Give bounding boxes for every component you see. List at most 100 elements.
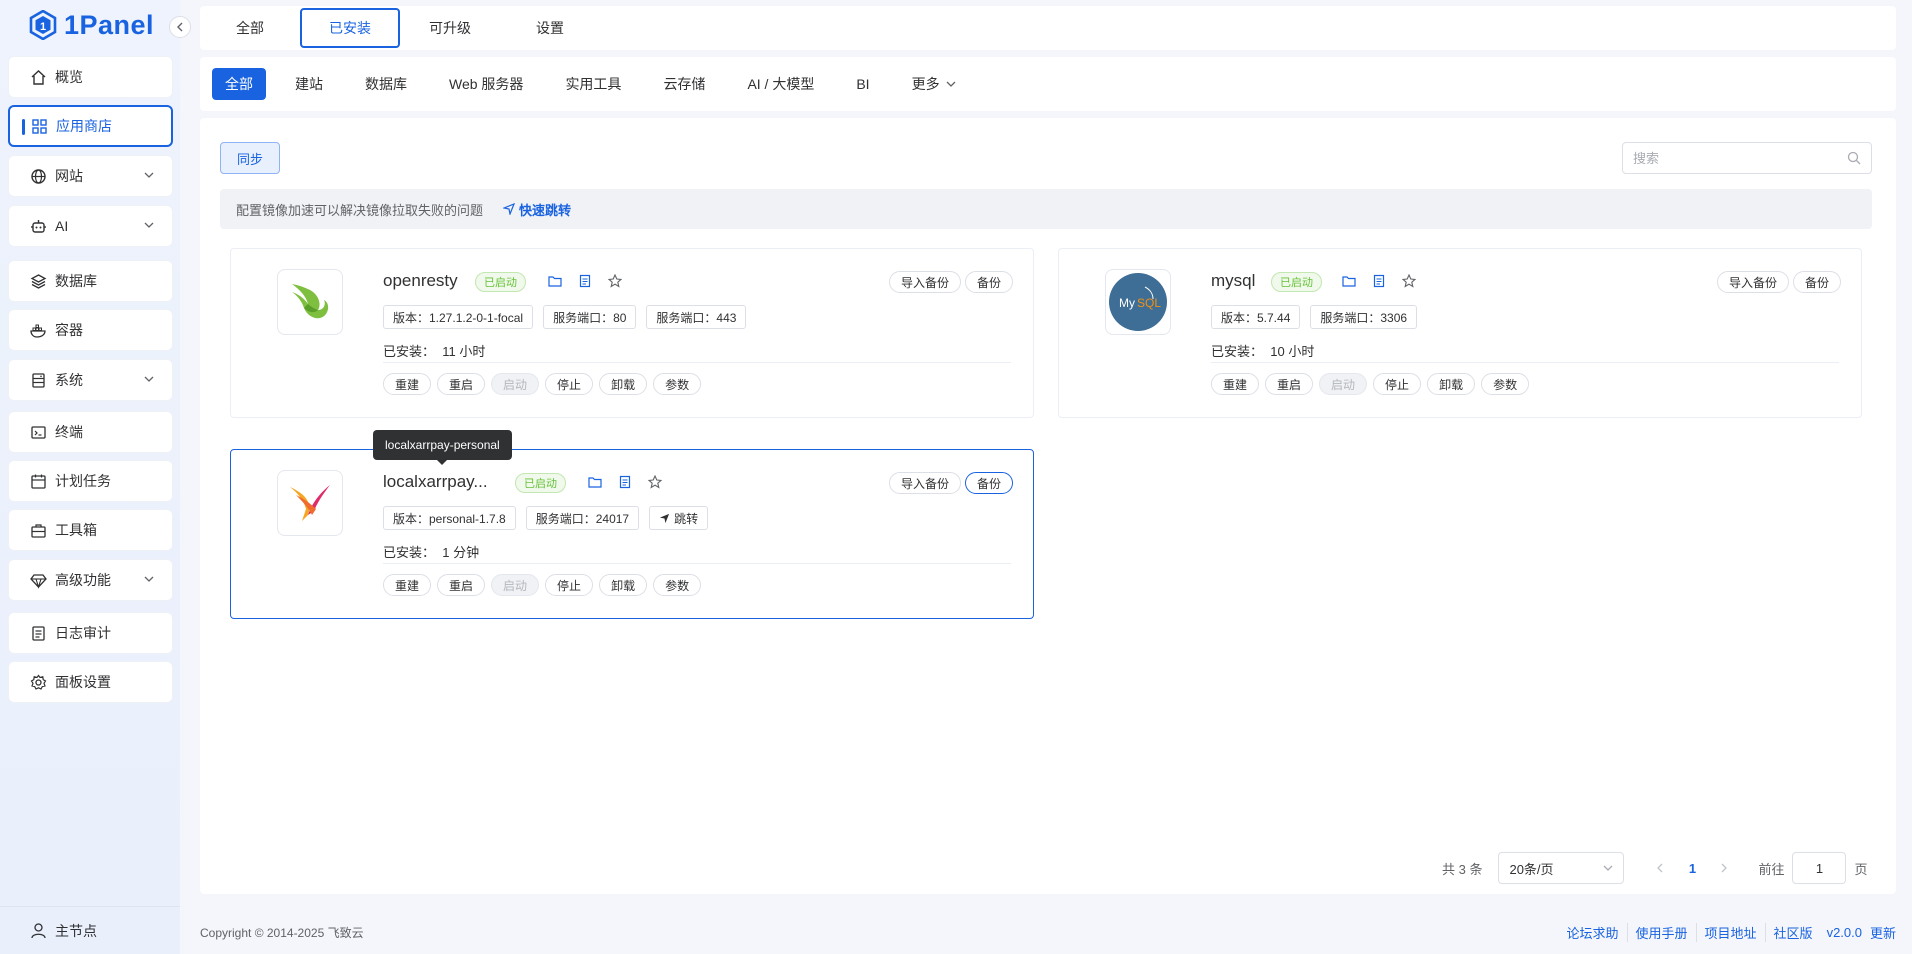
restart-button[interactable]: 重启 (437, 574, 486, 596)
manual-link[interactable]: 使用手册 (1628, 922, 1697, 942)
installed-label: 已安装： (1211, 344, 1264, 359)
brand-logo[interactable]: 1 1Panel (28, 8, 154, 42)
uninstall-button[interactable]: 卸载 (599, 574, 648, 596)
log-file-icon[interactable] (1371, 273, 1387, 289)
log-file-icon[interactable] (577, 273, 593, 289)
start-button[interactable]: 启动 (1319, 373, 1368, 395)
restart-button[interactable]: 重启 (437, 373, 486, 395)
folder-icon[interactable] (1341, 273, 1357, 289)
category-ai[interactable]: AI / 大模型 (734, 68, 827, 100)
search-box (1622, 142, 1872, 174)
rebuild-button[interactable]: 重建 (383, 373, 432, 395)
folder-icon[interactable] (587, 474, 603, 490)
sidebar-item-container[interactable]: 容器 (8, 309, 173, 351)
toolbox-icon (29, 521, 47, 539)
category-web-server[interactable]: Web 服务器 (436, 68, 536, 100)
page-number[interactable]: 1 (1676, 861, 1708, 876)
start-button[interactable]: 启动 (491, 373, 540, 395)
backup-button[interactable]: 备份 (964, 271, 1013, 293)
goto-page-input[interactable]: 1 (1792, 852, 1847, 884)
stop-button[interactable]: 停止 (545, 373, 594, 395)
sync-button[interactable]: 同步 (220, 142, 280, 174)
sidebar-item-cron[interactable]: 计划任务 (8, 460, 173, 502)
installed-label: 已安装： (383, 545, 436, 560)
update-link[interactable]: 更新 (1866, 923, 1896, 942)
prev-page-button[interactable] (1644, 863, 1676, 873)
category-bi[interactable]: BI (843, 68, 882, 100)
import-backup-button[interactable]: 导入备份 (1716, 271, 1789, 293)
sidebar-item-advanced[interactable]: 高级功能 (8, 559, 173, 601)
restart-button[interactable]: 重启 (1265, 373, 1314, 395)
jump-label: 跳转 (674, 511, 699, 526)
stop-button[interactable]: 停止 (545, 574, 594, 596)
app-card-localxarrpay[interactable]: localxarrpay... 已启动 导入备份 备份 版本：personal-… (230, 449, 1034, 619)
favorite-star-icon[interactable] (647, 474, 663, 490)
sidebar-item-label: 计划任务 (55, 473, 111, 489)
tab-upgradable[interactable]: 可升级 (400, 8, 500, 48)
svg-text:My: My (1119, 296, 1135, 310)
tab-settings[interactable]: 设置 (500, 8, 600, 48)
sidebar-item-app-store[interactable]: 应用商店 (8, 105, 173, 147)
localxarrpay-logo-icon (290, 485, 330, 521)
uninstall-button[interactable]: 卸载 (1427, 373, 1476, 395)
sidebar-item-label: 工具箱 (55, 522, 97, 538)
sidebar: 1 1Panel 概览 应用商店 网站 AI 数据库 容器 系统 终端 计划任务 (0, 0, 180, 954)
favorite-star-icon[interactable] (1401, 273, 1417, 289)
log-file-icon[interactable] (617, 474, 633, 490)
search-input[interactable] (1633, 150, 1847, 166)
start-button[interactable]: 启动 (491, 574, 540, 596)
pagination: 共 3 条 20条/页 1 前往 1 页 (1442, 852, 1868, 884)
uninstall-button[interactable]: 卸载 (599, 373, 648, 395)
params-button[interactable]: 参数 (653, 373, 702, 395)
import-backup-button[interactable]: 导入备份 (888, 271, 961, 293)
next-page-button[interactable] (1708, 863, 1740, 873)
import-backup-button[interactable]: 导入备份 (888, 472, 961, 494)
project-link[interactable]: 项目地址 (1697, 922, 1766, 942)
category-all[interactable]: 全部 (212, 68, 266, 100)
stop-button[interactable]: 停止 (1373, 373, 1422, 395)
quick-jump-label: 快速跳转 (519, 202, 572, 218)
sidebar-item-database[interactable]: 数据库 (8, 260, 173, 302)
server-icon (29, 371, 47, 389)
page-size-select[interactable]: 20条/页 (1498, 852, 1625, 884)
category-tools[interactable]: 实用工具 (552, 68, 634, 100)
rebuild-button[interactable]: 重建 (1211, 373, 1260, 395)
sidebar-collapse-button[interactable] (169, 16, 191, 38)
sidebar-item-terminal[interactable]: 终端 (8, 411, 173, 453)
app-name-tooltip: localxarrpay-personal (373, 430, 512, 465)
sidebar-item-system[interactable]: 系统 (8, 359, 173, 401)
sidebar-item-toolbox[interactable]: 工具箱 (8, 509, 173, 551)
installed-value: 10 小时 (1270, 344, 1315, 359)
node-switcher[interactable]: 主节点 (0, 906, 180, 954)
params-button[interactable]: 参数 (1481, 373, 1530, 395)
category-cloud-storage[interactable]: 云存储 (650, 68, 718, 100)
backup-button[interactable]: 备份 (1792, 271, 1841, 293)
folder-icon[interactable] (547, 273, 563, 289)
category-website[interactable]: 建站 (282, 68, 336, 100)
forum-link[interactable]: 论坛求助 (1559, 922, 1628, 942)
mysql-logo-icon: My SQL (1109, 273, 1167, 331)
backup-button[interactable]: 备份 (964, 472, 1013, 494)
sidebar-item-ai[interactable]: AI (8, 205, 173, 247)
sidebar-item-website[interactable]: 网站 (8, 155, 173, 197)
send-icon (660, 513, 670, 523)
jump-button[interactable]: 跳转 (649, 506, 709, 530)
version-label: v2.0.0 (1826, 924, 1862, 940)
tab-installed[interactable]: 已安装 (300, 8, 400, 48)
tab-all[interactable]: 全部 (200, 8, 300, 48)
sidebar-item-panel-settings[interactable]: 面板设置 (8, 661, 173, 703)
category-more-dropdown[interactable]: 更多 (899, 68, 969, 100)
app-card-mysql[interactable]: My SQL mysql 已启动 导入备份 备份 版本：5.7.44 服务端口：… (1058, 248, 1862, 418)
rebuild-button[interactable]: 重建 (383, 574, 432, 596)
category-database[interactable]: 数据库 (352, 68, 420, 100)
search-icon[interactable] (1847, 151, 1861, 165)
node-label: 主节点 (55, 922, 97, 939)
quick-jump-link[interactable]: 快速跳转 (503, 200, 571, 219)
sidebar-item-log-audit[interactable]: 日志审计 (8, 612, 173, 654)
favorite-star-icon[interactable] (607, 273, 623, 289)
edition-link[interactable]: 社区版 (1766, 923, 1821, 942)
params-button[interactable]: 参数 (653, 574, 702, 596)
app-card-openresty[interactable]: openresty 已启动 导入备份 备份 版本：1.27.1.2-0-1-fo… (230, 248, 1034, 418)
installed-value: 11 小时 (442, 344, 486, 359)
sidebar-item-overview[interactable]: 概览 (8, 56, 173, 98)
